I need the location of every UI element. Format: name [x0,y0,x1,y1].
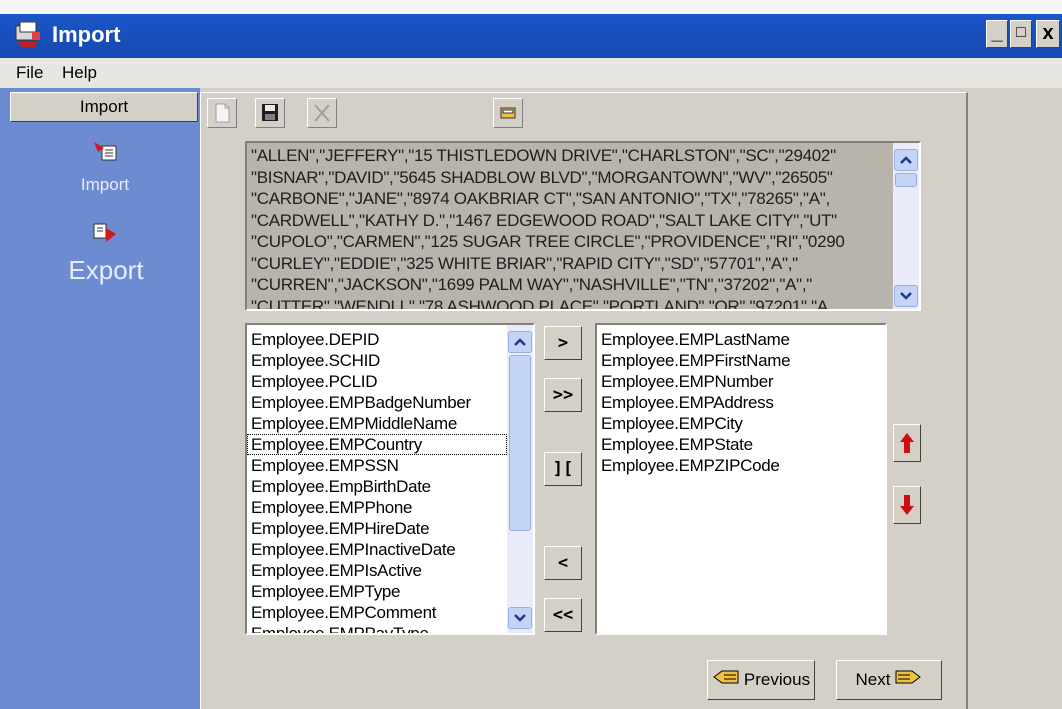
add-field-button[interactable]: > [544,326,582,360]
list-item[interactable]: Employee.EMPZIPCode [597,455,790,476]
sidebar-item-export[interactable]: Export [50,254,162,286]
available-fields-items: Employee.DEPID Employee.SCHID Employee.P… [247,329,509,633]
list-item[interactable]: Employee.EMPState [597,434,790,455]
previous-label: Previous [743,670,811,689]
scroll-up-icon[interactable] [508,331,532,353]
app-icon [14,21,42,48]
list-item[interactable]: Employee.DEPID [247,329,509,350]
list-item[interactable]: Employee.EMPLastName [597,329,790,350]
desktop-strip [0,0,1062,14]
previous-button[interactable]: Previous [707,660,815,700]
preview-line: "CARBONE","JANE","8974 OAKBRIAR CT","SAN… [251,189,830,208]
list-item[interactable]: Employee.EMPPayType [247,623,509,633]
next-label: Next [855,670,891,689]
hand-right-icon [894,662,922,700]
preview-line: "ALLEN","JEFFERY","15 THISTLEDOWN DRIVE"… [251,146,836,165]
window-title: Import [52,22,121,47]
maximize-button[interactable]: □ [1010,20,1032,48]
list-item[interactable]: Employee.EMPHireDate [247,518,509,539]
close-button[interactable]: x [1036,20,1060,48]
preview-line: "CUTTER","WENDLL","78 ASHWOOD PLACE","PO… [251,296,828,311]
preview-line: "CURLEY","EDDIE","325 WHITE BRIAR","RAPI… [251,253,798,273]
selected-fields-list[interactable]: Employee.EMPLastName Employee.EMPFirstNa… [595,323,887,635]
preview-line: "CARDWELL","KATHY D.","1467 EDGEWOOD ROA… [251,210,837,230]
minimize-button[interactable]: _ [986,20,1008,48]
new-file-icon [215,103,230,123]
save-button[interactable] [255,98,285,128]
remove-all-fields-button[interactable]: << [544,598,582,632]
import-icon[interactable] [92,140,120,166]
preview-scrollbar[interactable] [893,143,919,309]
right-background [968,88,1062,709]
list-item[interactable]: Employee.EMPNumber [597,371,790,392]
list-item[interactable]: Employee.EMPCity [597,413,790,434]
scroll-thumb[interactable] [509,355,531,531]
list-item[interactable]: Employee.EMPSSN [247,455,509,476]
menu-bar [0,58,1062,88]
list-item[interactable]: Employee.EMPInactiveDate [247,539,509,560]
list-item[interactable]: Employee.EMPComment [247,602,509,623]
list-item[interactable]: Employee.EMPBadgeNumber [247,392,509,413]
available-fields-scrollbar[interactable] [507,325,533,633]
menu-help[interactable]: Help [62,62,97,84]
list-item[interactable]: Employee.PCLID [247,371,509,392]
new-file-button[interactable] [207,98,237,128]
title-bar[interactable] [0,14,1062,58]
preview-line: "CUPOLO","CARMEN","125 SUGAR TREE CIRCLE… [251,232,845,251]
export-icon[interactable] [92,220,122,246]
save-icon [262,104,278,121]
arrow-up-icon [900,433,914,453]
split-field-button[interactable]: ][ [544,452,582,486]
move-up-button[interactable] [893,424,921,462]
sidebar-item-import[interactable]: Import [60,174,150,196]
file-preview[interactable]: "ALLEN","JEFFERY","15 THISTLEDOWN DRIVE"… [245,141,921,311]
scroll-thumb[interactable] [895,173,917,187]
move-down-button[interactable] [893,486,921,524]
list-item[interactable]: Employee.EMPPhone [247,497,509,518]
sidebar-header[interactable]: Import [10,92,198,122]
list-item-selected[interactable]: Employee.EMPCountry [247,434,507,455]
selected-fields-items: Employee.EMPLastName Employee.EMPFirstNa… [597,329,791,476]
list-item[interactable]: Employee.EMPMiddleName [247,413,509,434]
scroll-down-icon[interactable] [508,607,532,629]
scroll-down-icon[interactable] [894,285,918,307]
add-all-fields-button[interactable]: >> [544,378,582,412]
list-item[interactable]: Employee.EmpBirthDate [247,476,509,497]
list-item[interactable]: Employee.EMPType [247,581,509,602]
preview-line: "BISNAR","DAVID","5645 SHADBLOW BLVD","M… [251,167,833,187]
list-item[interactable]: Employee.EMPIsActive [247,560,509,581]
available-fields-list[interactable]: Employee.DEPID Employee.SCHID Employee.P… [245,323,535,635]
preview-line: "CURREN","JACKSON","1699 PALM WAY","NASH… [251,275,813,294]
hand-left-icon [712,662,740,700]
settings-icon [500,107,516,119]
settings-button[interactable] [493,98,523,128]
remove-field-button[interactable]: < [544,546,582,580]
file-preview-lines: "ALLEN","JEFFERY","15 THISTLEDOWN DRIVE"… [251,145,891,311]
list-item[interactable]: Employee.SCHID [247,350,509,371]
menu-file[interactable]: File [16,62,43,84]
arrow-down-icon [900,495,914,515]
list-item[interactable]: Employee.EMPFirstName [597,350,791,371]
list-item[interactable]: Employee.EMPAddress [597,392,790,413]
scroll-up-icon[interactable] [894,149,918,171]
delete-icon [314,104,330,122]
delete-button[interactable] [307,98,337,128]
next-button[interactable]: Next [836,660,942,700]
